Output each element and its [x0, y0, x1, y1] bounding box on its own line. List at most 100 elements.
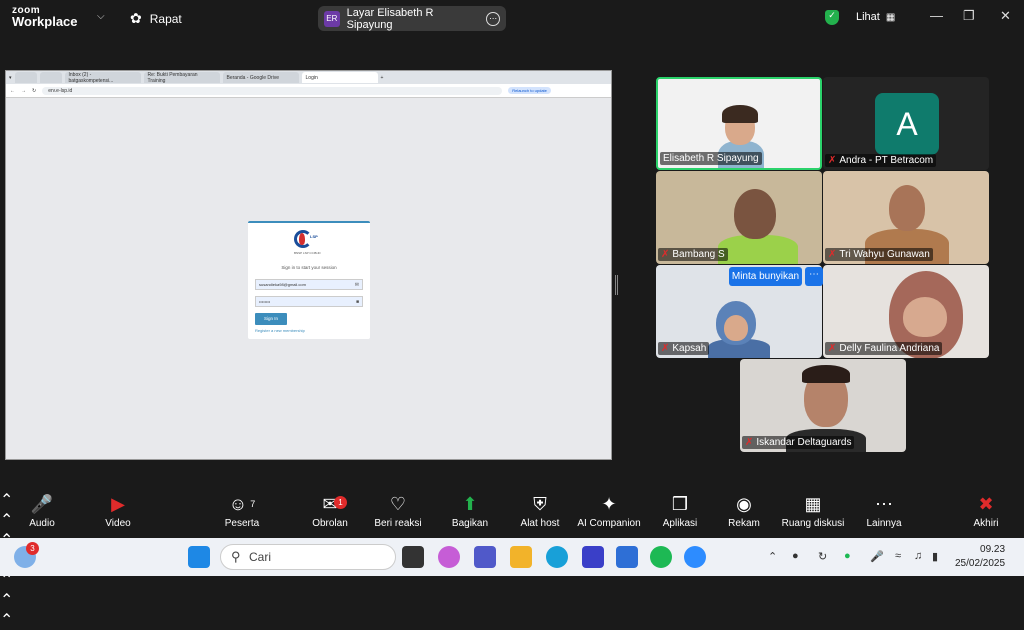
participant-tile[interactable]: ✗ Delly Faulina Andriana — [823, 265, 989, 358]
back-icon[interactable]: ← — [10, 88, 15, 94]
browser-tab[interactable]: Beranda - Google Drive — [222, 72, 299, 83]
relaunch-button[interactable]: Relaunch to update — [508, 87, 551, 94]
participant-name: ✗ Bambang S — [658, 248, 728, 261]
tab-list-icon[interactable]: ▾ — [9, 75, 12, 81]
host-tools-button[interactable]: ⛨ Alat host — [518, 490, 562, 530]
zoom-logo: zoom Workplace — [12, 5, 78, 29]
signin-button[interactable]: Sign In — [255, 313, 287, 325]
reload-icon[interactable]: ↻ — [32, 88, 36, 94]
lsp-brand: LSP — [310, 234, 318, 239]
register-link[interactable]: Register a new membership — [255, 328, 305, 333]
meeting-label: Rapat — [149, 11, 182, 26]
email-field[interactable]: susandieka98@gmail.com ✉ — [255, 279, 363, 290]
search-icon: ⚲ — [231, 549, 241, 564]
participant-tile[interactable]: ✗ Tri Wahyu Gunawan — [823, 171, 989, 264]
taskbar-search[interactable]: ⚲ Cari — [220, 544, 396, 570]
weather-badge: 3 — [26, 542, 39, 555]
copilot-icon[interactable] — [438, 546, 460, 568]
minimize-icon[interactable]: — — [930, 8, 943, 23]
browser-tab-active[interactable]: Login — [301, 72, 378, 83]
sharer-avatar: ER — [324, 10, 340, 27]
split-handle[interactable] — [615, 275, 618, 295]
rooms-grid-icon: ▦ — [804, 493, 822, 514]
ai-companion-button[interactable]: ✦ AI Companion — [576, 490, 642, 530]
wifi-icon[interactable]: ≈ — [895, 550, 901, 562]
clock[interactable]: 09.23 25/02/2025 — [955, 543, 1005, 571]
apps-options-caret[interactable]: ⌃ — [0, 610, 1024, 630]
zoom-icon[interactable] — [684, 546, 706, 568]
share-status-pill[interactable]: ER Layar Elisabeth R Sipayung ⋯ — [318, 6, 506, 31]
chevron-down-icon[interactable]: ⌵ — [97, 11, 105, 22]
pinned-tab[interactable] — [14, 72, 37, 83]
teams-icon[interactable] — [474, 546, 496, 568]
tray-security-icon[interactable]: ● — [792, 550, 799, 562]
participant-name: ✗ Delly Faulina Andriana — [825, 342, 943, 355]
spotify-icon[interactable] — [650, 546, 672, 568]
paw-icon: ✿ — [130, 10, 142, 26]
logo-line2: Workplace — [12, 14, 78, 29]
new-tab-icon[interactable]: + — [381, 75, 384, 81]
sparkle-icon: ✦ — [601, 493, 617, 514]
file-explorer-icon[interactable] — [510, 546, 532, 568]
tile-more-button[interactable]: ⋯ — [805, 267, 823, 286]
search-placeholder: Cari — [249, 550, 272, 564]
tray-overflow-icon[interactable]: ⌃ — [768, 550, 777, 563]
close-icon[interactable]: ✕ — [1000, 8, 1011, 24]
participant-name: ✗ Iskandar Deltaguards — [742, 436, 855, 449]
forward-icon[interactable]: → — [21, 88, 26, 94]
battery-icon[interactable]: ▮ — [932, 550, 938, 563]
record-button[interactable]: ◉ Rekam — [724, 490, 764, 530]
shared-screen: ▾ Inbox (2) - batgaskompetensi... Re: Bu… — [5, 70, 612, 460]
participants-button[interactable]: ☺ 7 Peserta — [220, 490, 264, 530]
mic-muted-icon: ✗ — [745, 437, 754, 448]
meeting-menu[interactable]: ✿ Rapat — [130, 10, 182, 27]
participant-avatar: A — [875, 93, 939, 155]
pinned-tab[interactable] — [39, 72, 62, 83]
tray-sync-icon[interactable]: ↻ — [818, 550, 827, 563]
browser-tab[interactable]: Inbox (2) - batgaskompetensi... — [64, 72, 141, 84]
end-button[interactable]: ✖ Akhiri — [966, 490, 1006, 530]
browser-tab-strip: ▾ Inbox (2) - batgaskompetensi... Re: Bu… — [6, 71, 611, 84]
meeting-toolbar: 🎤 Audio ⌃ ▶ Video ⌃ ☺7 Peserta ⌃ ✉ Obrol… — [0, 490, 1024, 629]
chat-button[interactable]: ✉ Obrolan 1 — [308, 490, 352, 530]
video-button[interactable]: ▶ Video — [98, 490, 138, 530]
participant-tile[interactable]: A ✗ Andra - PT Betracom — [823, 77, 989, 170]
mic-muted-icon: ✗ — [661, 249, 670, 260]
ask-unmute-button[interactable]: Minta bunyikan — [729, 267, 802, 286]
share-label: Layar Elisabeth R Sipayung — [346, 6, 434, 31]
password-field[interactable]: •••••••• ■ — [255, 296, 363, 307]
apps-button[interactable]: ❒ Aplikasi — [660, 490, 700, 530]
task-view-icon[interactable] — [402, 546, 424, 568]
participant-tile[interactable]: Elisabeth R Sipayung — [656, 77, 822, 170]
participant-name: ✗ Andra - PT Betracom — [825, 154, 937, 167]
envelope-icon: ✉ — [354, 282, 359, 288]
tray-spotify-icon[interactable]: ● — [844, 550, 851, 562]
participant-name: Elisabeth R Sipayung — [660, 152, 762, 165]
restore-icon[interactable]: ❐ — [963, 8, 975, 24]
audio-button[interactable]: 🎤 Audio — [22, 490, 62, 530]
url-field[interactable]: erv.e-lsp.id — [42, 86, 503, 95]
participant-name: ✗ Tri Wahyu Gunawan — [825, 248, 933, 261]
browser-tab[interactable]: Re: Bukti Pembayaran Training — [143, 72, 220, 84]
more-icon[interactable]: ⋯ — [486, 11, 500, 26]
clock-date: 25/02/2025 — [955, 558, 1006, 569]
store-icon[interactable] — [616, 546, 638, 568]
react-button[interactable]: ♡ Beri reaksi — [372, 490, 424, 530]
more-button[interactable]: ⋯ Lainnya — [864, 490, 904, 530]
participant-tile[interactable]: ✗ Iskandar Deltaguards — [740, 359, 906, 452]
clock-time: 09.23 — [980, 544, 1006, 555]
title-bar: zoom Workplace ⌵ ✿ Rapat ER Layar Elisab… — [0, 0, 1024, 36]
breakout-rooms-button[interactable]: ▦ Ruang diskusi — [780, 490, 846, 530]
start-windows-icon[interactable] — [188, 546, 210, 568]
view-button[interactable]: Lihat ▦ — [856, 11, 895, 23]
tray-mic-icon[interactable]: 🎤 — [870, 550, 884, 563]
share-options-caret[interactable]: ⌃ — [0, 590, 1024, 610]
end-x-icon: ✖ — [978, 493, 994, 514]
security-shield-icon[interactable]: ✓ — [825, 10, 839, 25]
app-icon[interactable] — [582, 546, 604, 568]
share-button[interactable]: ⬆ Bagikan — [448, 490, 492, 530]
edge-icon[interactable] — [546, 546, 568, 568]
lsp-brand-sub: BNSP LSP CCIB-ID — [294, 251, 321, 255]
participant-tile[interactable]: ✗ Bambang S — [656, 171, 822, 264]
volume-icon[interactable]: ♫ — [914, 550, 922, 562]
